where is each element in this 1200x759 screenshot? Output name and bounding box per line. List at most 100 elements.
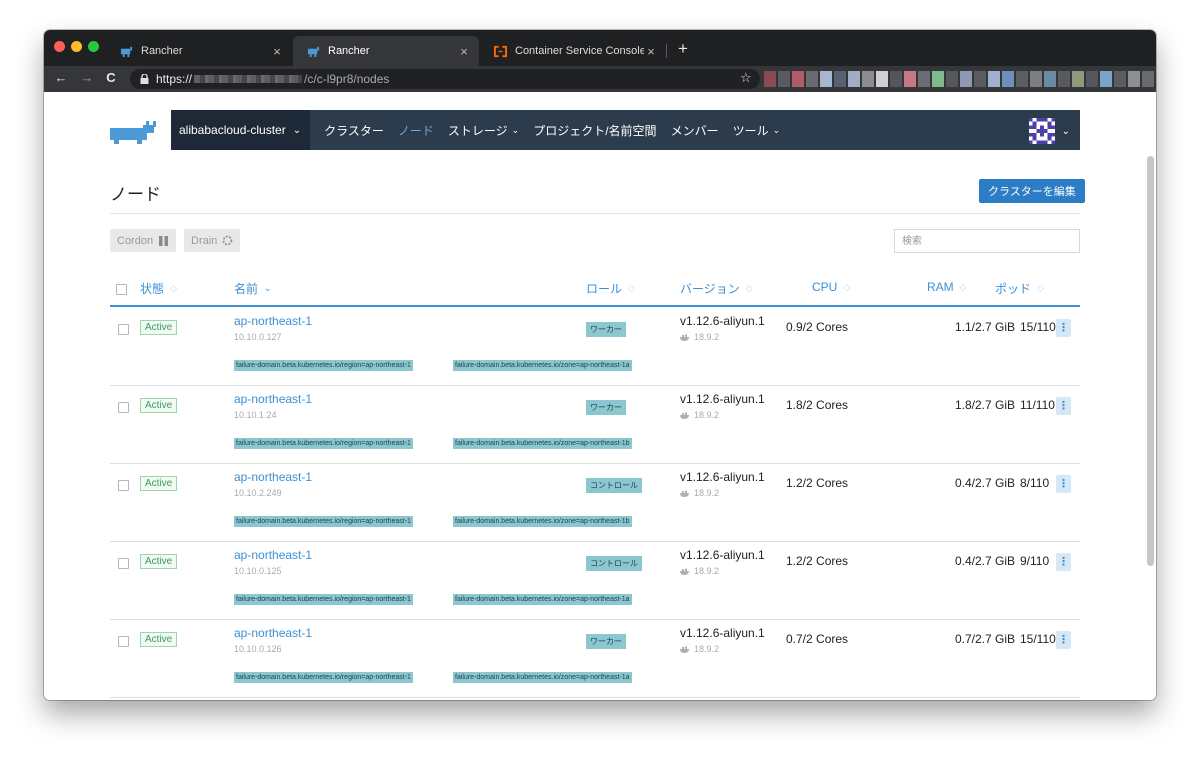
node-ip: 10.10.0.127 bbox=[234, 332, 282, 342]
user-menu[interactable]: ⌄ bbox=[1028, 118, 1070, 144]
pod-count: 9/110 bbox=[1020, 554, 1050, 568]
zoom-window-button[interactable] bbox=[88, 41, 99, 52]
cpu-usage: 1.2/2 Cores bbox=[786, 476, 849, 490]
back-icon[interactable]: ← bbox=[52, 70, 70, 85]
column-header-ram[interactable]: RAM ◇ bbox=[927, 280, 967, 294]
tab-close-icon[interactable]: × bbox=[457, 44, 471, 59]
cpu-usage: 0.7/2 Cores bbox=[786, 632, 849, 646]
node-label-zone: failure-domain.beta.kubernetes.io/zone=a… bbox=[453, 672, 632, 683]
kubelet-version: v1.12.6-aliyun.1 bbox=[680, 470, 765, 484]
row-actions-button[interactable]: ⋮ bbox=[1056, 475, 1071, 493]
minimize-window-button[interactable] bbox=[71, 41, 82, 52]
page-scrollbar[interactable] bbox=[1147, 156, 1154, 566]
row-checkbox[interactable] bbox=[118, 558, 129, 569]
nav-projects-namespaces[interactable]: プロジェクト/名前空間 bbox=[533, 122, 656, 139]
row-actions-button[interactable]: ⋮ bbox=[1056, 631, 1071, 649]
role-tag: コントロール bbox=[586, 556, 642, 571]
node-name-link[interactable]: ap-northeast-1 bbox=[234, 392, 312, 406]
bookmark-star-icon[interactable]: ☆ bbox=[740, 70, 752, 86]
role-tag: ワーカー bbox=[586, 400, 626, 415]
pixel-avatar-icon bbox=[1028, 118, 1055, 144]
ram-usage: 1.8/2.7 GiB bbox=[954, 398, 1015, 412]
cpu-usage: 1.2/2 Cores bbox=[786, 554, 849, 568]
drain-button[interactable]: Drain bbox=[184, 229, 241, 252]
nav-cluster[interactable]: クラスター bbox=[324, 122, 384, 139]
docker-whale-icon bbox=[680, 490, 689, 497]
tab-title: Rancher bbox=[328, 45, 370, 57]
edit-cluster-button[interactable]: クラスターを編集 bbox=[979, 179, 1085, 203]
column-header-name[interactable]: 名前 ⌄ bbox=[234, 280, 272, 297]
select-all-checkbox[interactable] bbox=[116, 284, 127, 295]
row-checkbox[interactable] bbox=[118, 480, 129, 491]
nav-storage[interactable]: ストレージ ⌄ bbox=[448, 122, 519, 139]
table-row: Active ap-northeast-1 10.10.0.127 ワーカー v… bbox=[110, 308, 1080, 386]
node-label-zone: failure-domain.beta.kubernetes.io/zone=a… bbox=[453, 516, 632, 527]
node-name-link[interactable]: ap-northeast-1 bbox=[234, 314, 312, 328]
pod-count: 11/110 bbox=[1020, 398, 1055, 412]
search-input[interactable] bbox=[894, 229, 1080, 253]
status-badge: Active bbox=[140, 320, 178, 335]
browser-tab-container-service[interactable]: Container Service Console × bbox=[480, 36, 666, 66]
ram-usage: 0.7/2.7 GiB bbox=[954, 632, 1015, 646]
nav-tools[interactable]: ツール ⌄ bbox=[733, 122, 781, 139]
row-checkbox[interactable] bbox=[118, 402, 129, 413]
ram-usage: 1.1/2.7 GiB bbox=[954, 320, 1015, 334]
rancher-logo-icon[interactable] bbox=[110, 120, 162, 144]
app-header: alibabacloud-cluster ⌄ クラスター ノード ストレージ ⌄… bbox=[171, 110, 1080, 150]
row-checkbox[interactable] bbox=[118, 324, 129, 335]
sort-icon: ◇ bbox=[170, 283, 177, 293]
tab-strip: Rancher × Rancher × Container Service Co… bbox=[44, 30, 1156, 66]
new-tab-button[interactable]: + bbox=[678, 39, 688, 59]
row-actions-button[interactable]: ⋮ bbox=[1056, 397, 1071, 415]
node-name-link[interactable]: ap-northeast-1 bbox=[234, 626, 312, 640]
window-controls bbox=[54, 41, 99, 52]
column-header-version[interactable]: バージョン ◇ bbox=[680, 280, 753, 297]
node-label-zone: failure-domain.beta.kubernetes.io/zone=a… bbox=[453, 594, 632, 605]
nav-nodes[interactable]: ノード bbox=[398, 122, 434, 139]
spinner-icon bbox=[222, 235, 233, 246]
chevron-down-icon: ⌄ bbox=[511, 124, 520, 135]
node-name-link[interactable]: ap-northeast-1 bbox=[234, 548, 312, 562]
docker-version: 18.9.2 bbox=[680, 332, 719, 342]
cluster-switcher[interactable]: alibabacloud-cluster ⌄ bbox=[171, 110, 311, 150]
lock-icon bbox=[140, 74, 149, 84]
pod-count: 8/110 bbox=[1020, 476, 1050, 490]
table-row: Active ap-northeast-1 10.10.0.126 ワーカー v… bbox=[110, 620, 1080, 698]
column-header-role[interactable]: ロール ◇ bbox=[586, 280, 635, 297]
role-tag: コントロール bbox=[586, 478, 642, 493]
url-host-redacted bbox=[194, 75, 303, 83]
node-label-region: failure-domain.beta.kubernetes.io/region… bbox=[234, 360, 413, 371]
node-label-region: failure-domain.beta.kubernetes.io/region… bbox=[234, 594, 413, 605]
docker-whale-icon bbox=[680, 412, 689, 419]
cordon-button[interactable]: Cordon bbox=[110, 229, 177, 252]
column-header-cpu[interactable]: CPU ◇ bbox=[812, 280, 850, 294]
browser-tab-rancher-1[interactable]: Rancher × bbox=[106, 36, 292, 66]
close-window-button[interactable] bbox=[54, 41, 65, 52]
address-bar[interactable]: https:// /c/c-l9pr8/nodes bbox=[130, 69, 760, 89]
column-header-state[interactable]: 状態 ◇ bbox=[140, 280, 177, 297]
pod-count: 15/110 bbox=[1020, 632, 1056, 646]
forward-icon[interactable]: → bbox=[78, 70, 96, 85]
row-checkbox[interactable] bbox=[118, 636, 129, 647]
sort-icon: ◇ bbox=[843, 281, 851, 292]
tab-close-icon[interactable]: × bbox=[644, 44, 658, 59]
aliyun-bracket-icon bbox=[494, 45, 507, 57]
node-name-link[interactable]: ap-northeast-1 bbox=[234, 470, 312, 484]
tab-title: Container Service Console bbox=[515, 45, 644, 57]
row-actions-button[interactable]: ⋮ bbox=[1056, 553, 1071, 571]
table-row: Active ap-northeast-1 10.10.0.125 コントロール… bbox=[110, 542, 1080, 620]
row-actions-button[interactable]: ⋮ bbox=[1056, 319, 1071, 337]
tab-close-icon[interactable]: × bbox=[270, 44, 284, 59]
docker-whale-icon bbox=[680, 568, 689, 575]
chevron-down-icon: ⌄ bbox=[772, 124, 781, 135]
nav-members[interactable]: メンバー bbox=[671, 122, 719, 139]
table-header: 状態 ◇ 名前 ⌄ ロール ◇ バージョン ◇ CPU ◇ RAM ◇ ポッド ◇ bbox=[110, 276, 1080, 307]
reload-icon[interactable]: C bbox=[102, 70, 120, 85]
cluster-name: alibabacloud-cluster bbox=[179, 123, 286, 137]
node-label-zone: failure-domain.beta.kubernetes.io/zone=a… bbox=[453, 438, 632, 449]
ram-usage: 0.4/2.7 GiB bbox=[954, 476, 1015, 490]
docker-version: 18.9.2 bbox=[680, 644, 719, 654]
browser-window: Rancher × Rancher × Container Service Co… bbox=[44, 30, 1156, 700]
browser-tab-rancher-2[interactable]: Rancher × bbox=[293, 36, 479, 66]
column-header-pods[interactable]: ポッド ◇ bbox=[995, 280, 1044, 297]
